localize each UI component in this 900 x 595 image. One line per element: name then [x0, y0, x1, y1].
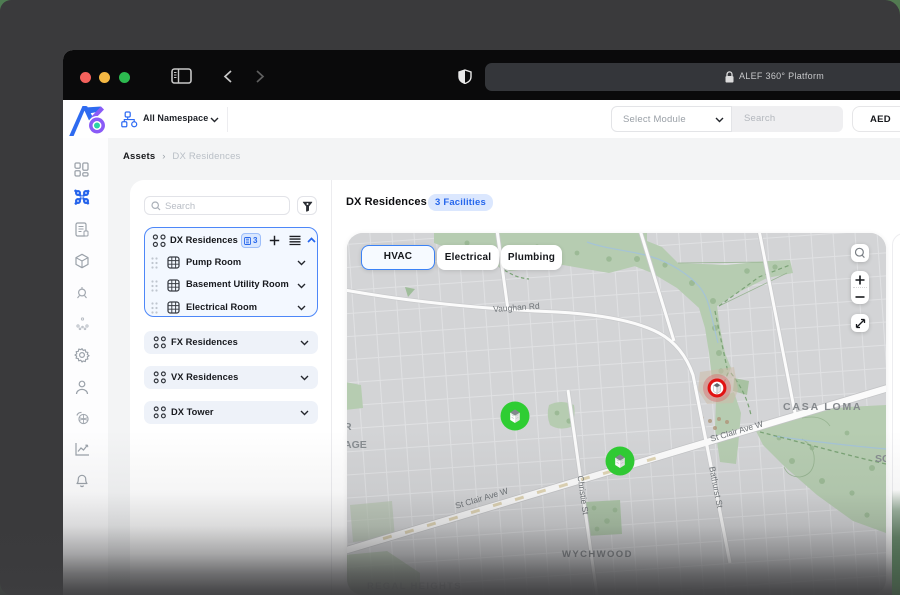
svg-text:REGAL HEIGHTS: REGAL HEIGHTS — [367, 581, 462, 592]
svg-text:SC: SC — [875, 453, 886, 465]
svg-text:R: R — [347, 421, 352, 433]
svg-text:AGE: AGE — [347, 439, 367, 451]
svg-text:CASA LOMA: CASA LOMA — [783, 401, 862, 413]
svg-text:WYCHWOOD: WYCHWOOD — [562, 549, 633, 560]
